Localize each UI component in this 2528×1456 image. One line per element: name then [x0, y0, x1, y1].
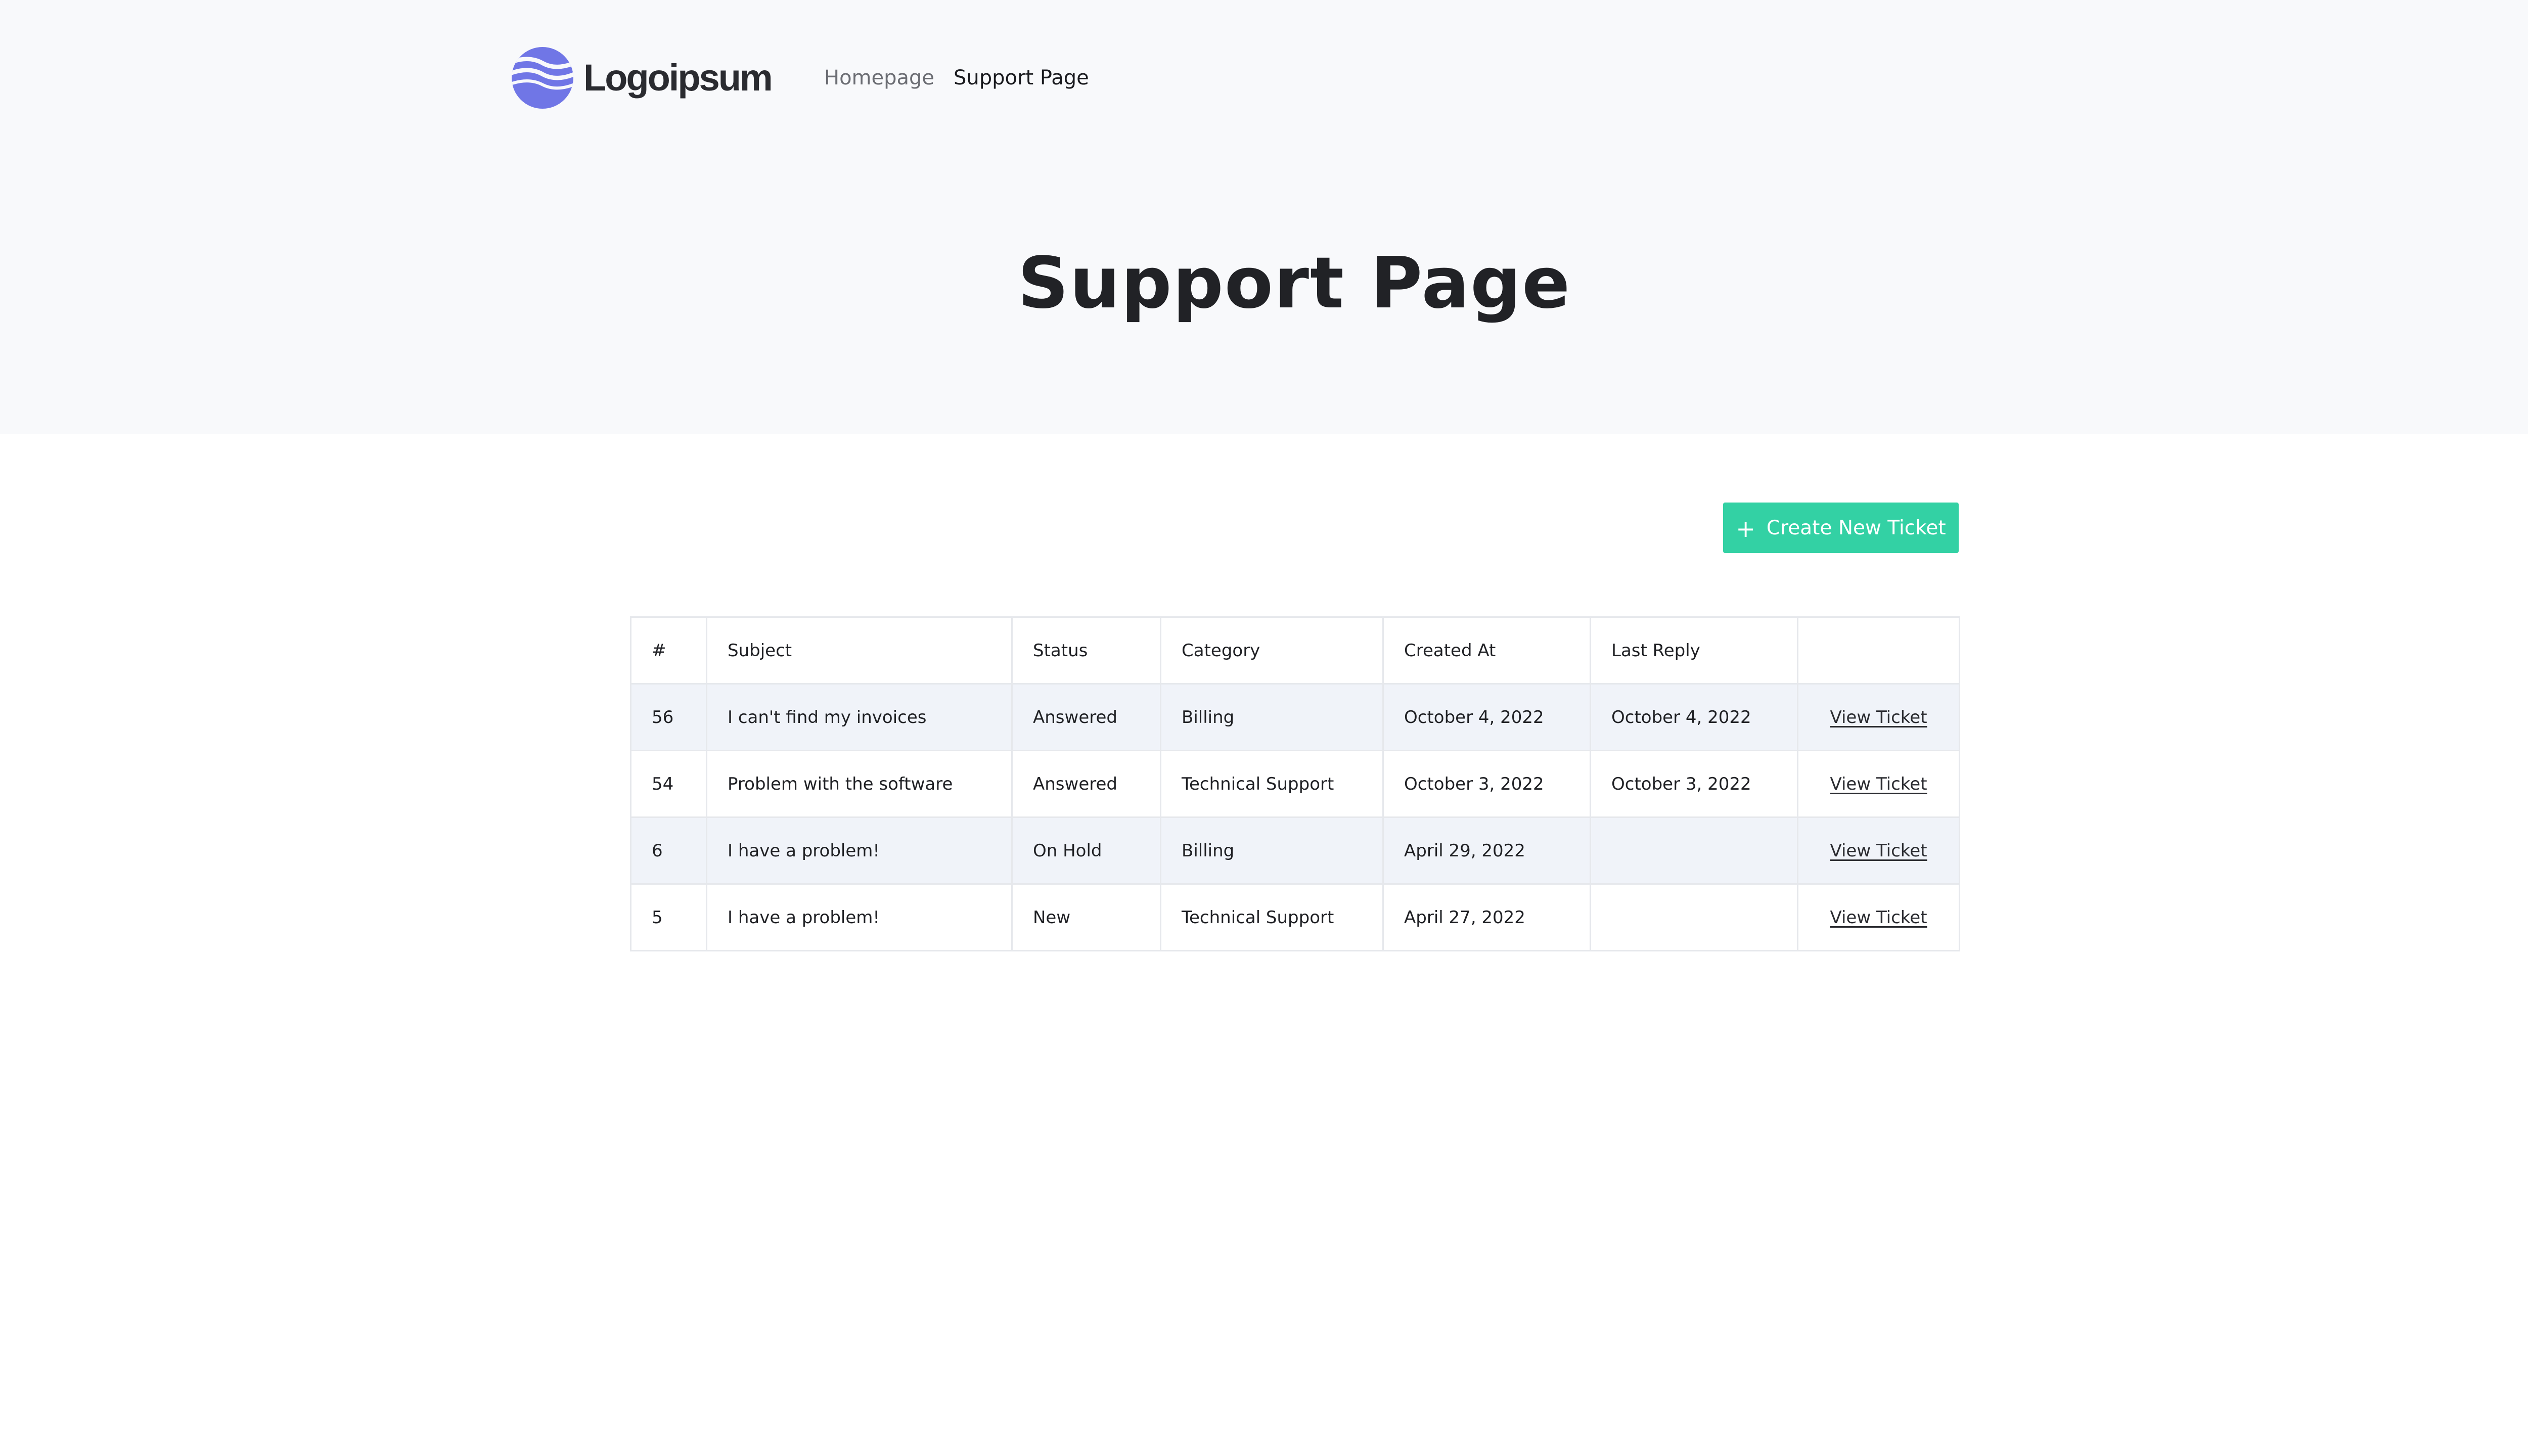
- ticket-status: Answered: [1011, 683, 1161, 751]
- table-row: 56 I can't find my invoices Answered Bil…: [630, 683, 1960, 751]
- ticket-action-cell: View Ticket: [1797, 683, 1960, 751]
- ticket-category: Technical Support: [1160, 750, 1384, 818]
- ticket-last-reply: October 4, 2022: [1590, 683, 1798, 751]
- ticket-category: Billing: [1160, 816, 1384, 885]
- table-header-row: # Subject Status Category Created At Las…: [630, 616, 1960, 685]
- ticket-status: New: [1011, 883, 1161, 951]
- table-row: 54 Problem with the software Answered Te…: [630, 750, 1960, 818]
- column-header-last-reply: Last Reply: [1590, 616, 1798, 685]
- column-header-action: [1797, 616, 1960, 685]
- ticket-created-at: October 4, 2022: [1382, 683, 1591, 751]
- create-new-ticket-button[interactable]: + Create New Ticket: [1723, 503, 1959, 553]
- ticket-subject: I can't find my invoices: [706, 683, 1013, 751]
- ticket-action-cell: View Ticket: [1797, 883, 1960, 951]
- brand-logo[interactable]: Logoipsum: [512, 47, 773, 109]
- ticket-id: 5: [630, 883, 707, 951]
- page-title: Support Page: [1017, 242, 1571, 325]
- column-header-created-at: Created At: [1382, 616, 1591, 685]
- plus-icon: +: [1736, 515, 1755, 542]
- ticket-last-reply: [1590, 816, 1798, 885]
- ticket-id: 54: [630, 750, 707, 818]
- create-new-ticket-label: Create New Ticket: [1766, 516, 1946, 539]
- column-header-subject: Subject: [706, 616, 1013, 685]
- table-row: 5 I have a problem! New Technical Suppor…: [630, 883, 1960, 951]
- logo-text: Logoipsum: [583, 57, 773, 99]
- ticket-last-reply: [1590, 883, 1798, 951]
- column-header-category: Category: [1160, 616, 1384, 685]
- ticket-action-cell: View Ticket: [1797, 816, 1960, 885]
- nav-support-page-link[interactable]: Support Page: [954, 65, 1089, 91]
- ticket-status: On Hold: [1011, 816, 1161, 885]
- ticket-id: 6: [630, 816, 707, 885]
- ticket-created-at: April 27, 2022: [1382, 883, 1591, 951]
- logo-wave-icon: [512, 47, 573, 109]
- ticket-action-cell: View Ticket: [1797, 750, 1960, 818]
- ticket-id: 56: [630, 683, 707, 751]
- ticket-created-at: April 29, 2022: [1382, 816, 1591, 885]
- column-header-id: #: [630, 616, 707, 685]
- main-nav: Homepage Support Page: [824, 65, 1089, 91]
- table-row: 6 I have a problem! On Hold Billing Apri…: [630, 816, 1960, 885]
- view-ticket-link[interactable]: View Ticket: [1830, 774, 1927, 794]
- view-ticket-link[interactable]: View Ticket: [1830, 841, 1927, 861]
- ticket-category: Technical Support: [1160, 883, 1384, 951]
- view-ticket-link[interactable]: View Ticket: [1830, 707, 1927, 727]
- ticket-subject: Problem with the software: [706, 750, 1013, 818]
- tickets-table: # Subject Status Category Created At Las…: [630, 616, 1960, 951]
- ticket-created-at: October 3, 2022: [1382, 750, 1591, 818]
- view-ticket-link[interactable]: View Ticket: [1830, 907, 1927, 928]
- column-header-status: Status: [1011, 616, 1161, 685]
- ticket-last-reply: October 3, 2022: [1590, 750, 1798, 818]
- ticket-category: Billing: [1160, 683, 1384, 751]
- ticket-status: Answered: [1011, 750, 1161, 818]
- nav-homepage-link[interactable]: Homepage: [824, 65, 934, 91]
- ticket-subject: I have a problem!: [706, 883, 1013, 951]
- hero-section: Logoipsum Homepage Support Page Support …: [0, 0, 2528, 434]
- ticket-subject: I have a problem!: [706, 816, 1013, 885]
